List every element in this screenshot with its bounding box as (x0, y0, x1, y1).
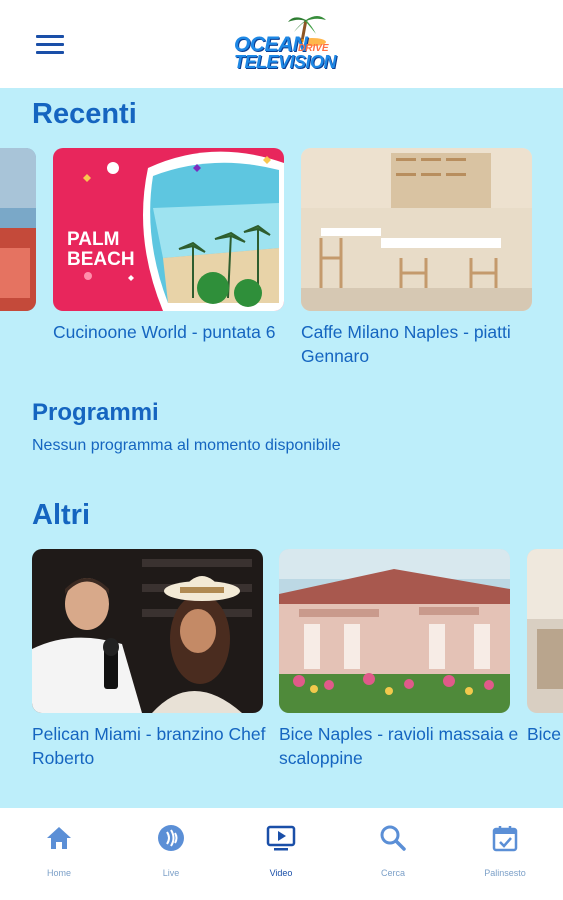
thumb-title-palm-beach: PALM BEACH (67, 230, 137, 270)
calendar-icon (492, 826, 518, 852)
nav-item-cerca[interactable]: Cerca (337, 808, 449, 900)
altri-card-partial[interactable] (527, 549, 563, 713)
section-title-altri: Altri (32, 499, 90, 531)
live-broadcast-icon (158, 825, 184, 851)
altri-card-1[interactable] (32, 549, 263, 713)
home-icon (47, 827, 71, 849)
nav-label-live: Live (162, 868, 180, 878)
nav-label-home: Home (46, 868, 71, 878)
recenti-thumb-partial (0, 148, 36, 311)
recenti-thumb-caffe-milano (301, 148, 532, 311)
ocean-drive-television-logo[interactable]: OCEAN DRIVE TELEVISION (232, 12, 337, 74)
altri-thumb-partial (527, 549, 563, 713)
bottom-navigation: Home Live Video Cerca Palinsesto (0, 808, 563, 900)
hamburger-menu-icon[interactable] (30, 30, 70, 58)
search-icon (380, 825, 406, 851)
nav-item-live[interactable]: Live (115, 808, 227, 900)
programmi-empty-message: Nessun programma al momento disponibile (32, 437, 341, 454)
logo-text-television: TELEVISION (234, 52, 337, 72)
recenti-card-2-label[interactable]: Caffe Milano Naples - piatti Gennaro (301, 320, 541, 368)
nav-item-video[interactable]: Video (225, 808, 337, 900)
altri-thumb-bice-naples (279, 549, 510, 713)
recenti-card-1-label[interactable]: Cucinoone World - puntata 6 (53, 320, 293, 344)
altri-thumb-pelican-miami (32, 549, 263, 713)
app-header: OCEAN DRIVE TELEVISION (0, 0, 563, 88)
nav-label-cerca: Cerca (380, 868, 405, 878)
altri-card-partial-label[interactable]: Bice (527, 722, 563, 746)
altri-card-2-label[interactable]: Bice Naples - ravioli massaia e scaloppi… (279, 722, 519, 770)
nav-item-palinsesto[interactable]: Palinsesto (449, 808, 561, 900)
nav-label-video: Video (269, 868, 293, 878)
nav-label-palinsesto: Palinsesto (484, 868, 526, 878)
section-title-recenti: Recenti (32, 98, 137, 130)
altri-card-1-label[interactable]: Pelican Miami - branzino Chef Roberto (32, 722, 272, 770)
thumb-title-text: PALM BEACH (67, 229, 135, 270)
nav-item-home[interactable]: Home (3, 808, 115, 900)
video-player-icon (266, 825, 296, 851)
recenti-card-1[interactable]: PALM BEACH (53, 148, 284, 311)
section-title-programmi: Programmi (32, 399, 159, 426)
altri-card-2[interactable] (279, 549, 510, 713)
recenti-card-partial[interactable] (0, 148, 36, 311)
recenti-card-2[interactable] (301, 148, 532, 311)
